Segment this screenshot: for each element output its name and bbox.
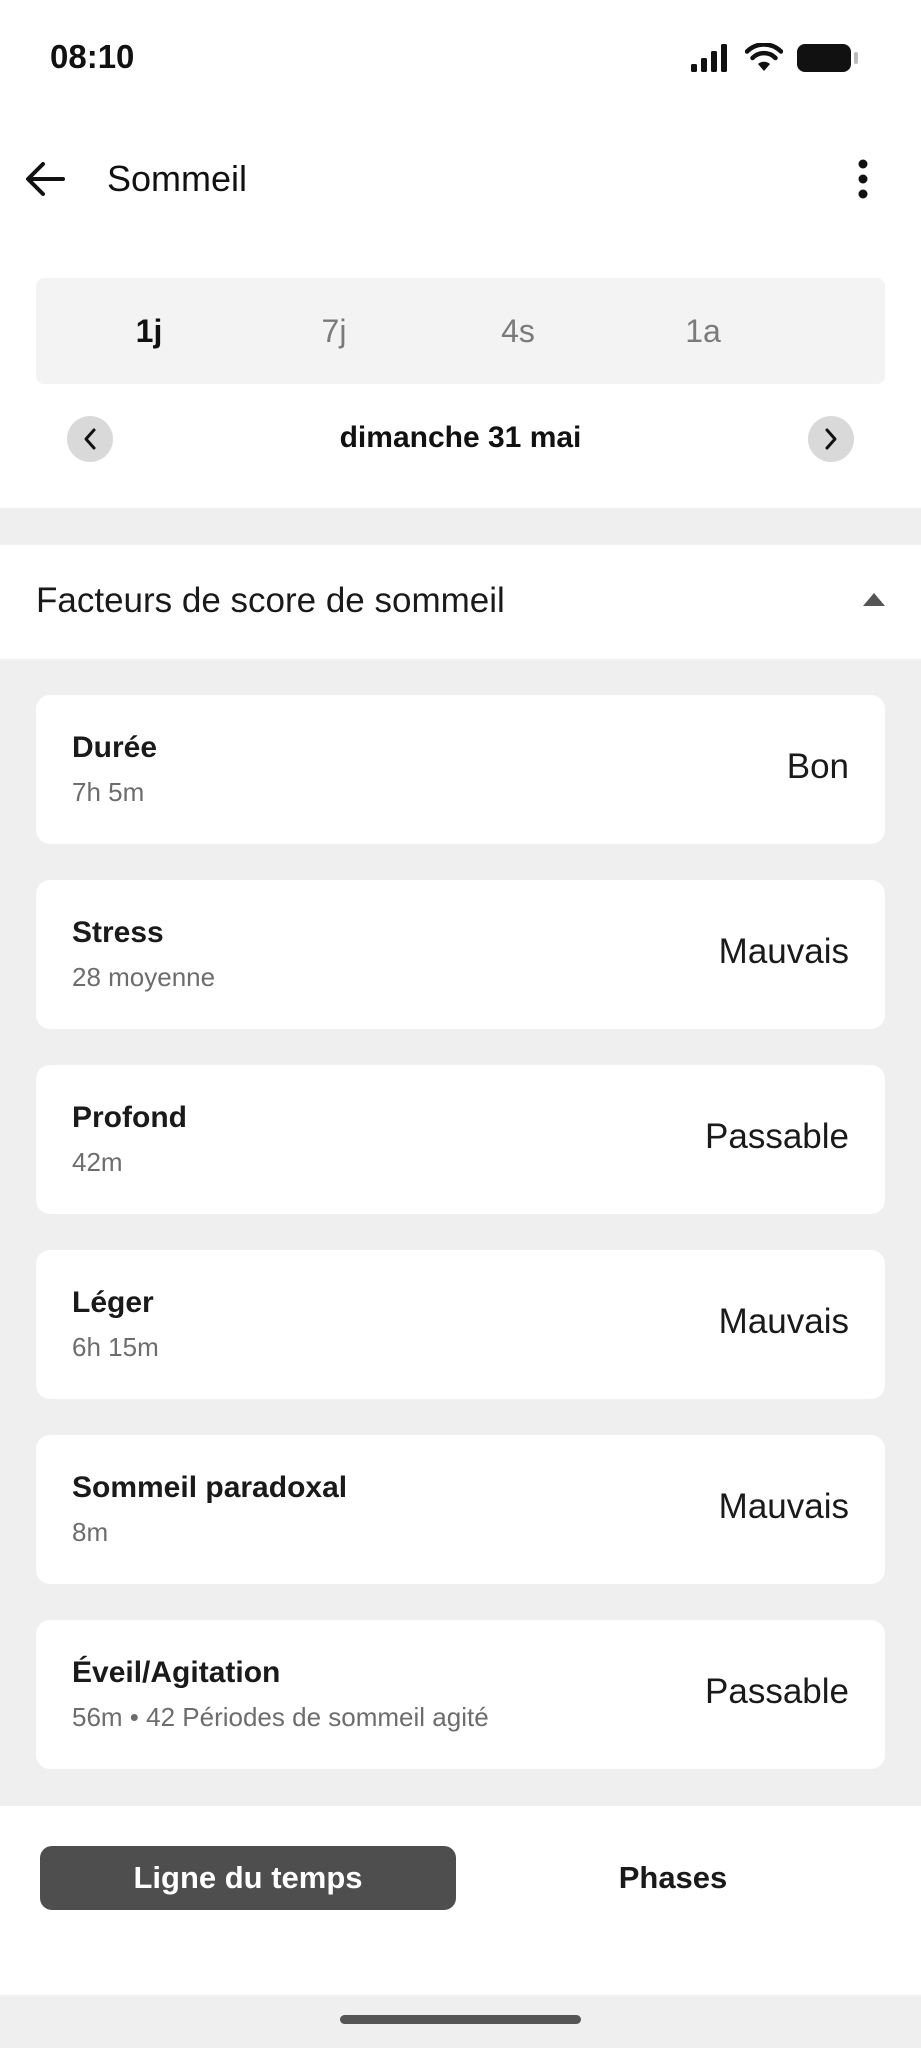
- chevron-right-icon: [825, 428, 837, 450]
- more-options-button[interactable]: [843, 154, 883, 204]
- factor-rating: Mauvais: [718, 1302, 849, 1341]
- factor-rating: Passable: [705, 1672, 849, 1711]
- factor-name: Durée: [72, 731, 158, 764]
- collapse-triangle-icon: [863, 593, 885, 606]
- sleep-score-factors-header[interactable]: Facteurs de score de sommeil: [0, 545, 921, 659]
- factor-card-leger[interactable]: Léger 6h 15m Mauvais: [36, 1250, 885, 1399]
- tab-1j[interactable]: 1j: [89, 278, 209, 384]
- factor-rating: Mauvais: [718, 1487, 849, 1526]
- page-title: Sommeil: [107, 158, 248, 199]
- factor-card-eveil-agitation[interactable]: Éveil/Agitation 56m • 42 Périodes de som…: [36, 1620, 885, 1769]
- view-switcher: Ligne du temps Phases: [0, 1806, 921, 1995]
- tab-7j[interactable]: 7j: [274, 278, 394, 384]
- factor-detail: 56m • 42 Périodes de sommeil agité: [72, 1702, 489, 1732]
- factor-rating: Passable: [705, 1117, 849, 1156]
- more-vertical-icon: [858, 159, 868, 199]
- phases-view-button[interactable]: Phases: [520, 1846, 826, 1910]
- status-icons: [691, 40, 859, 76]
- next-date-button[interactable]: [808, 416, 854, 462]
- section-title: Facteurs de score de sommeil: [36, 581, 505, 620]
- factor-name: Sommeil paradoxal: [72, 1471, 348, 1504]
- timeline-view-button[interactable]: Ligne du temps: [40, 1846, 456, 1910]
- date-label: dimanche 31 mai: [339, 421, 582, 454]
- factor-rating: Bon: [786, 747, 849, 786]
- factor-name: Profond: [72, 1101, 187, 1134]
- signal-icon: [691, 44, 727, 72]
- factor-card-profond[interactable]: Profond 42m Passable: [36, 1065, 885, 1214]
- factor-rating: Mauvais: [718, 932, 849, 971]
- wifi-icon: [745, 43, 783, 71]
- arrow-left-icon: [26, 162, 65, 196]
- status-time: 08:10: [50, 38, 135, 75]
- period-selector: 1j 7j 4s 1a: [36, 278, 885, 384]
- factor-detail: 42m: [72, 1147, 123, 1177]
- app-header: Sommeil: [0, 140, 921, 216]
- factor-card-stress[interactable]: Stress 28 moyenne Mauvais: [36, 880, 885, 1029]
- factor-detail: 8m: [72, 1517, 109, 1547]
- factor-detail: 7h 5m: [72, 777, 145, 807]
- factor-detail: 6h 15m: [72, 1332, 159, 1362]
- home-indicator[interactable]: [340, 2015, 581, 2024]
- factor-detail: 28 moyenne: [72, 962, 216, 992]
- factor-name: Léger: [72, 1286, 154, 1319]
- factor-name: Stress: [72, 916, 164, 949]
- tab-1a[interactable]: 1a: [643, 278, 763, 384]
- factor-card-duree[interactable]: Durée 7h 5m Bon: [36, 695, 885, 844]
- tab-4s[interactable]: 4s: [458, 278, 578, 384]
- factor-name: Éveil/Agitation: [72, 1656, 281, 1689]
- battery-icon: [797, 44, 858, 72]
- back-button[interactable]: [18, 152, 72, 206]
- factor-card-sommeil-paradoxal[interactable]: Sommeil paradoxal 8m Mauvais: [36, 1435, 885, 1584]
